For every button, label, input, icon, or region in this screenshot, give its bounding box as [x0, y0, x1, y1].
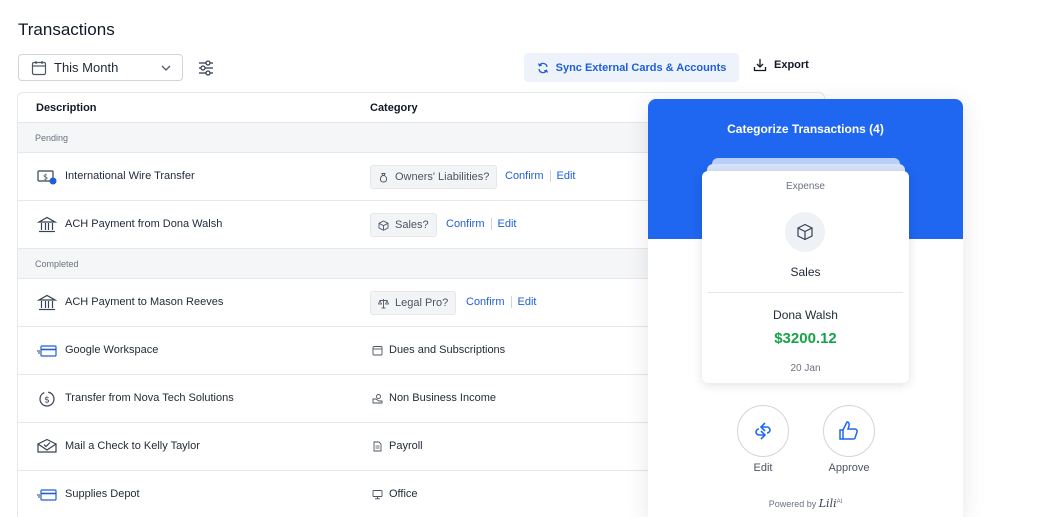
box-icon — [797, 223, 813, 241]
confirm-link[interactable]: Confirm — [466, 296, 505, 308]
category-value[interactable]: Payroll — [372, 440, 423, 452]
svg-text:$: $ — [44, 396, 50, 406]
monitor-icon — [372, 489, 383, 499]
powered-suffix: AI — [836, 499, 843, 505]
confirm-link[interactable]: Confirm — [446, 218, 485, 230]
edit-link[interactable]: Edit — [498, 218, 517, 230]
wire-transfer-icon: $ — [37, 170, 57, 185]
sync-label: Sync External Cards & Accounts — [555, 61, 727, 74]
card-category: Sales — [790, 265, 821, 279]
category-label: Sales? — [395, 219, 429, 231]
transaction-description: Transfer from Nova Tech Solutions — [65, 392, 234, 404]
thumbs-up-icon — [839, 421, 858, 440]
confirm-link[interactable]: Confirm — [505, 170, 544, 182]
export-button[interactable]: Export — [753, 58, 809, 72]
envelope-check-icon — [37, 438, 57, 453]
page-title: Transactions — [18, 20, 115, 39]
edit-button[interactable] — [737, 405, 789, 457]
category-label: Non Business Income — [389, 392, 496, 404]
approve-button[interactable] — [823, 405, 875, 457]
transaction-description: ACH Payment from Dona Walsh — [65, 218, 223, 230]
date-filter-value: This Month — [54, 60, 119, 75]
category-value[interactable]: Office — [372, 488, 418, 500]
approve-button-label: Approve — [828, 462, 870, 474]
filter-sliders-icon[interactable] — [196, 58, 216, 78]
category-suggestion[interactable]: Owners' Liabilities? — [370, 165, 498, 189]
svg-text:$: $ — [43, 173, 48, 182]
hand-coin-icon — [372, 393, 383, 403]
date-filter-select[interactable]: This Month — [18, 54, 183, 81]
card-amount: $3200.12 — [774, 330, 837, 347]
sync-accounts-button[interactable]: Sync External Cards & Accounts — [524, 53, 739, 82]
dollar-cycle-icon: $ — [39, 391, 55, 407]
edit-link[interactable]: Edit — [557, 170, 576, 182]
powered-brand: Lili — [818, 497, 837, 510]
action-separator — [510, 296, 512, 308]
card-icon — [37, 345, 57, 357]
category-suggestion[interactable]: Sales? — [370, 213, 437, 237]
money-bag-icon — [379, 172, 388, 182]
download-icon — [753, 59, 767, 72]
chevron-down-icon — [161, 65, 171, 71]
column-description: Description — [36, 102, 97, 114]
card-date: 20 Jan — [790, 363, 821, 374]
sync-icon — [537, 62, 548, 73]
card-icon — [37, 489, 57, 501]
transaction-description: Google Workspace — [65, 344, 159, 356]
category-label: Office — [389, 488, 418, 500]
card-payee: Dona Walsh — [773, 308, 838, 322]
calendar-icon — [31, 60, 47, 75]
category-label: Payroll — [389, 440, 423, 452]
bank-icon — [37, 216, 57, 233]
document-icon — [373, 441, 382, 451]
category-value[interactable]: Dues and Subscriptions — [372, 344, 505, 356]
scale-icon — [378, 298, 389, 308]
row-actions: Confirm Edit — [446, 218, 516, 230]
row-actions: Confirm Edit — [505, 170, 575, 182]
transaction-description: International Wire Transfer — [65, 170, 195, 182]
swap-arrows-icon — [755, 422, 771, 440]
category-icon-circle — [785, 212, 825, 252]
action-separator — [490, 218, 492, 230]
transaction-description: Supplies Depot — [65, 488, 140, 500]
transaction-kind: Expense — [786, 181, 825, 192]
box-icon — [378, 219, 389, 231]
edit-button-label: Edit — [753, 462, 773, 474]
calendar-icon — [372, 345, 383, 355]
category-label: Legal Pro? — [395, 297, 449, 309]
bank-icon — [37, 294, 57, 311]
row-actions: Confirm Edit — [466, 296, 536, 308]
transaction-card[interactable]: Expense Sales Dona Walsh $3200.12 20 Jan — [702, 171, 909, 383]
powered-prefix: Powered by — [768, 499, 817, 509]
category-suggestion[interactable]: Legal Pro? — [370, 291, 457, 315]
transaction-description: Mail a Check to Kelly Taylor — [65, 440, 200, 452]
export-label: Export — [774, 59, 809, 71]
category-label: Dues and Subscriptions — [389, 344, 506, 356]
category-label: Owners' Liabilities? — [395, 171, 490, 183]
category-value[interactable]: Non Business Income — [372, 392, 496, 404]
edit-link[interactable]: Edit — [518, 296, 537, 308]
transaction-description: ACH Payment to Mason Reeves — [65, 296, 224, 308]
action-separator — [549, 170, 551, 182]
column-category: Category — [370, 102, 418, 114]
panel-title: Categorize Transactions (4) — [727, 122, 884, 136]
powered-by: Powered by LiliAI — [648, 497, 963, 510]
card-divider — [708, 292, 903, 293]
categorize-panel: Categorize Transactions (4) Expense Sale… — [648, 99, 963, 517]
